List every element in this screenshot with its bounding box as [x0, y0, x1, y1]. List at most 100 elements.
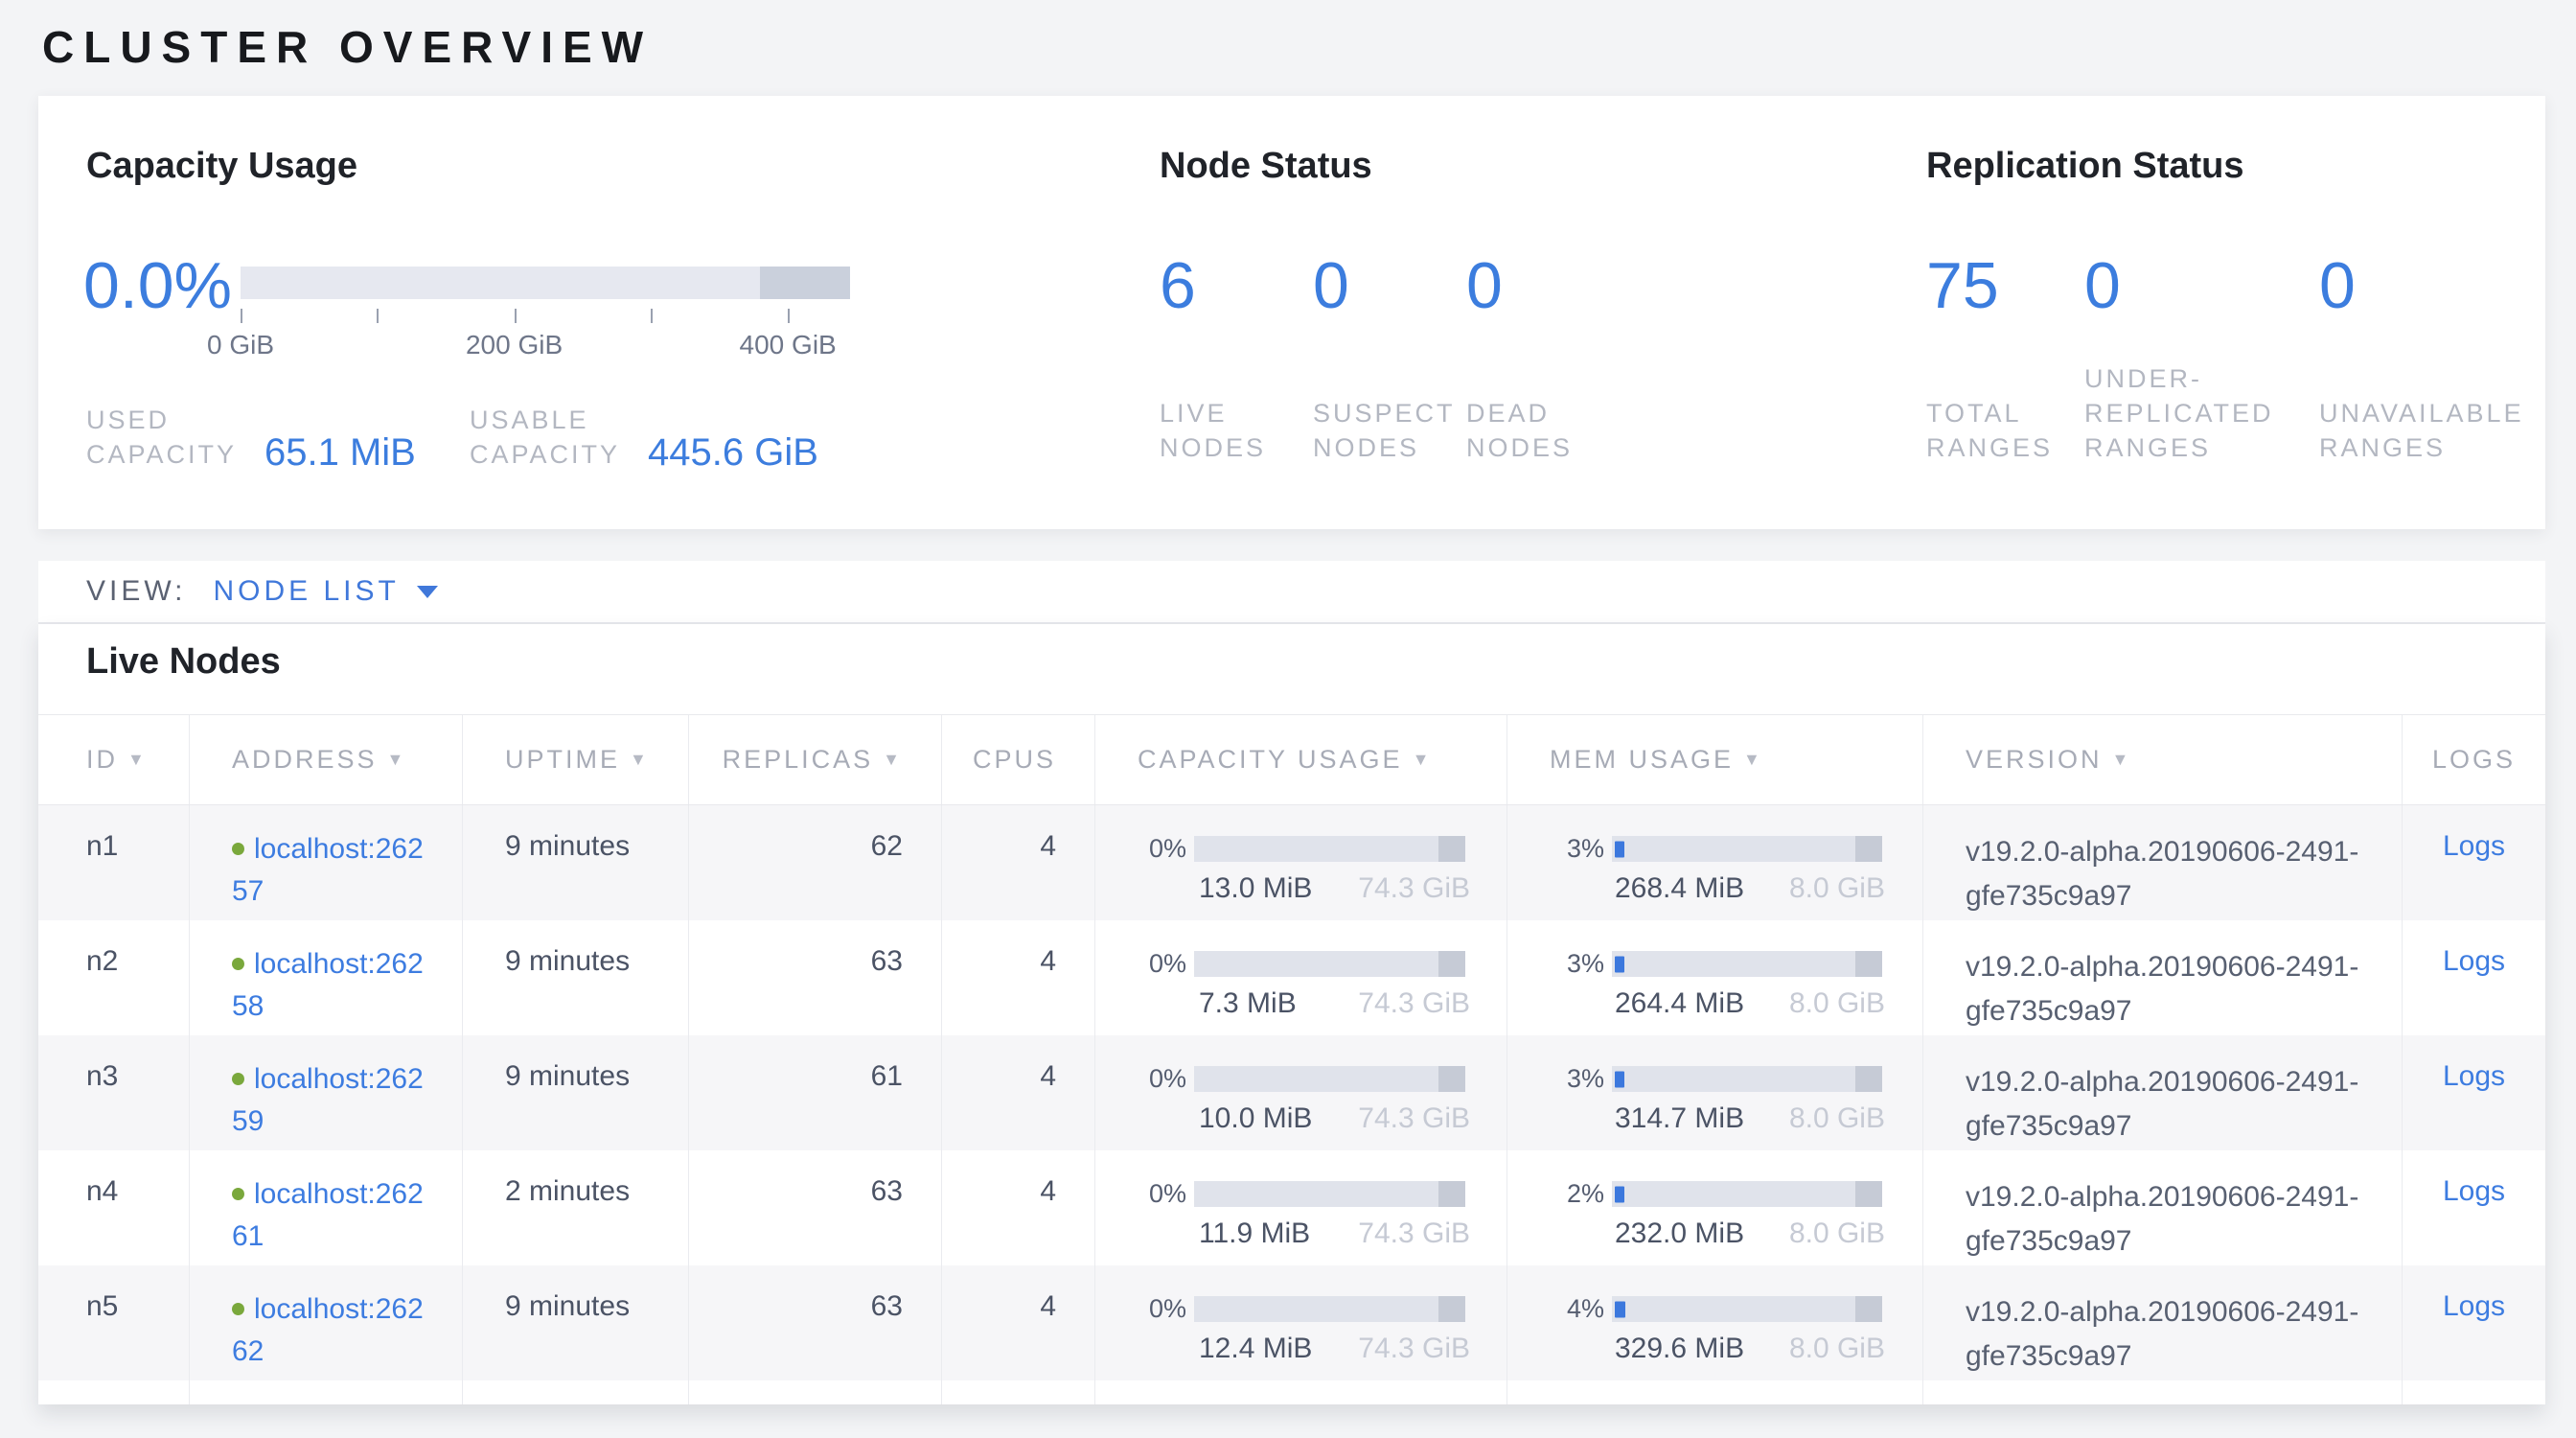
gauge-reserved-segment — [1438, 951, 1465, 977]
suspect-nodes-label: SUSPECT NODES — [1313, 396, 1466, 465]
node-version-cell: v19.2.0-alpha.20190606-2491-gfe735c9a97 — [1922, 920, 2402, 1035]
node-cpus-cell: 4 — [941, 920, 1094, 1035]
node-address-cell: localhost:26261 — [189, 1150, 462, 1265]
capacity-axis-labels: 0 GiB 200 GiB 400 GiB — [241, 330, 850, 362]
sort-caret-icon: ▼ — [1413, 750, 1433, 770]
capacity-usage-cell: 0%11.9 MiB74.3 GiB — [1094, 1150, 1506, 1265]
gauge-reserved-segment — [1438, 1066, 1465, 1092]
column-header-label: CPUS — [973, 745, 1056, 775]
logs-link[interactable]: Logs — [2443, 1060, 2505, 1092]
under-replicated-ranges-stat: 0 UNDER- REPLICATED RANGES — [2084, 249, 2319, 465]
cluster-summary-card: Capacity Usage 0.0% 0 GiB 200 GiB 400 Gi… — [38, 96, 2545, 529]
table-row-n1: n1localhost:262579 minutes6240%13.0 MiB7… — [38, 805, 2545, 920]
gauge-total-value: 8.0 GiB — [1789, 872, 1885, 905]
gauge-percent-label: 0% — [1095, 834, 1194, 864]
logs-link[interactable]: Logs — [2443, 1290, 2505, 1322]
view-label: VIEW: — [86, 575, 186, 608]
column-header-version[interactable]: VERSION▼ — [1922, 715, 2402, 804]
column-header-label: MEM USAGE — [1550, 745, 1734, 775]
node-id-cell: n5 — [38, 1265, 189, 1380]
live-status-dot-icon — [232, 1073, 244, 1085]
usable-capacity-stat: USABLE CAPACITY 445.6 GiB — [470, 403, 818, 472]
node-version-cell: v19.2.0-alpha.20190606-2491-gfe735c9a97 — [1922, 1265, 2402, 1380]
under-replicated-ranges-count: 0 — [2084, 249, 2319, 322]
mem-usage-cell: 4%329.6 MiB8.0 GiB — [1506, 1265, 1922, 1380]
memory-gauge-bar — [1612, 1296, 1882, 1322]
column-header-uptime[interactable]: UPTIME▼ — [462, 715, 688, 804]
cluster-overview-page: { "colors": { "accent_blue": "#3c7dde", … — [0, 0, 2576, 1438]
live-status-dot-icon — [232, 958, 244, 970]
gauge-used-value: 268.4 MiB — [1615, 872, 1744, 905]
gauge-total-value: 74.3 GiB — [1358, 1218, 1470, 1250]
gauge-used-segment — [1615, 1071, 1624, 1087]
node-logs-cell: Logs — [2402, 1035, 2545, 1150]
gauge-reserved-segment — [1438, 836, 1465, 862]
gauge-percent-label: 3% — [1507, 949, 1612, 979]
column-header-logs: LOGS — [2402, 715, 2545, 804]
table-row-n4: n4localhost:262612 minutes6340%11.9 MiB7… — [38, 1150, 2545, 1265]
node-id-cell: n2 — [38, 920, 189, 1035]
column-header-mem-usage[interactable]: MEM USAGE▼ — [1506, 715, 1922, 804]
view-dropdown-value[interactable]: NODE LIST — [213, 575, 399, 608]
gauge-reserved-segment — [1855, 1296, 1882, 1322]
logs-link[interactable]: Logs — [2443, 945, 2505, 977]
node-address-cell: localhost:26257 — [189, 805, 462, 920]
empty-cell — [688, 1380, 941, 1404]
gauge-reserved-segment — [1855, 951, 1882, 977]
node-version-cell: v19.2.0-alpha.20190606-2491-gfe735c9a97 — [1922, 1150, 2402, 1265]
unavailable-ranges-stat: 0 UNAVAILABLE RANGES — [2319, 249, 2576, 465]
empty-cell — [2402, 1380, 2545, 1404]
tick-label-200: 200 GiB — [466, 330, 563, 360]
table-row-n2: n2localhost:262589 minutes6340%7.3 MiB74… — [38, 920, 2545, 1035]
node-address-link[interactable]: localhost:26257 — [232, 833, 424, 907]
column-header-label: ID — [86, 745, 118, 775]
column-header-label: REPLICAS — [723, 745, 874, 775]
total-ranges-label: TOTAL RANGES — [1926, 396, 2084, 465]
column-header-replicas[interactable]: REPLICAS▼ — [688, 715, 941, 804]
node-replicas-cell: 62 — [688, 805, 941, 920]
usable-capacity-value: 445.6 GiB — [648, 431, 818, 475]
node-cpus-cell: 4 — [941, 1035, 1094, 1150]
mem-usage-cell: 3%264.4 MiB8.0 GiB — [1506, 920, 1922, 1035]
chevron-down-icon — [417, 586, 438, 598]
capacity-gauge-bar — [1194, 1066, 1465, 1092]
node-address-link[interactable]: localhost:26258 — [232, 948, 424, 1022]
logs-link[interactable]: Logs — [2443, 830, 2505, 862]
table-header-row: ID▼ADDRESS▼UPTIME▼REPLICAS▼CPUSCAPACITY … — [38, 714, 2545, 805]
column-header-capacity-usage[interactable]: CAPACITY USAGE▼ — [1094, 715, 1506, 804]
table-row-n3: n3localhost:262599 minutes6140%10.0 MiB7… — [38, 1035, 2545, 1150]
node-address-link[interactable]: localhost:26261 — [232, 1178, 424, 1252]
node-logs-cell: Logs — [2402, 1265, 2545, 1380]
column-header-label: UPTIME — [505, 745, 620, 775]
gauge-percent-label: 2% — [1507, 1179, 1612, 1209]
view-selector-bar: VIEW: NODE LIST — [38, 561, 2545, 624]
table-row-n5: n5localhost:262629 minutes6340%12.4 MiB7… — [38, 1265, 2545, 1380]
table-body: n1localhost:262579 minutes6240%13.0 MiB7… — [38, 805, 2545, 1404]
column-header-id[interactable]: ID ▼ — [38, 715, 189, 804]
node-logs-cell: Logs — [2402, 805, 2545, 920]
column-header-address[interactable]: ADDRESS▼ — [189, 715, 462, 804]
node-status-heading: Node Status — [1160, 146, 1372, 187]
view-dropdown[interactable]: NODE LIST — [213, 575, 437, 608]
suspect-nodes-stat: 0 SUSPECT NODES — [1313, 249, 1466, 465]
gauge-used-value: 12.4 MiB — [1199, 1333, 1312, 1365]
suspect-nodes-count: 0 — [1313, 249, 1466, 322]
gauge-used-value: 10.0 MiB — [1199, 1102, 1312, 1135]
column-header-label: VERSION — [1966, 745, 2103, 775]
used-capacity-stat: USED CAPACITY 65.1 MiB — [86, 403, 470, 472]
node-uptime-cell: 9 minutes — [462, 1035, 688, 1150]
node-replicas-cell: 63 — [688, 1265, 941, 1380]
logs-link[interactable]: Logs — [2443, 1175, 2505, 1207]
node-address-link[interactable]: localhost:26259 — [232, 1063, 424, 1137]
node-address-link[interactable]: localhost:26262 — [232, 1293, 424, 1367]
node-uptime-cell: 9 minutes — [462, 805, 688, 920]
empty-cell — [1506, 1380, 1922, 1404]
column-header-label: LOGS — [2432, 745, 2516, 775]
live-nodes-count: 6 — [1160, 249, 1313, 322]
sort-caret-icon: ▼ — [127, 750, 148, 770]
node-address-cell: localhost:26262 — [189, 1265, 462, 1380]
gauge-total-value: 74.3 GiB — [1358, 872, 1470, 905]
node-id-cell: n4 — [38, 1150, 189, 1265]
live-nodes-card: Live Nodes ID▼ADDRESS▼UPTIME▼REPLICAS▼CP… — [38, 624, 2545, 1404]
sort-caret-icon: ▼ — [387, 750, 407, 770]
